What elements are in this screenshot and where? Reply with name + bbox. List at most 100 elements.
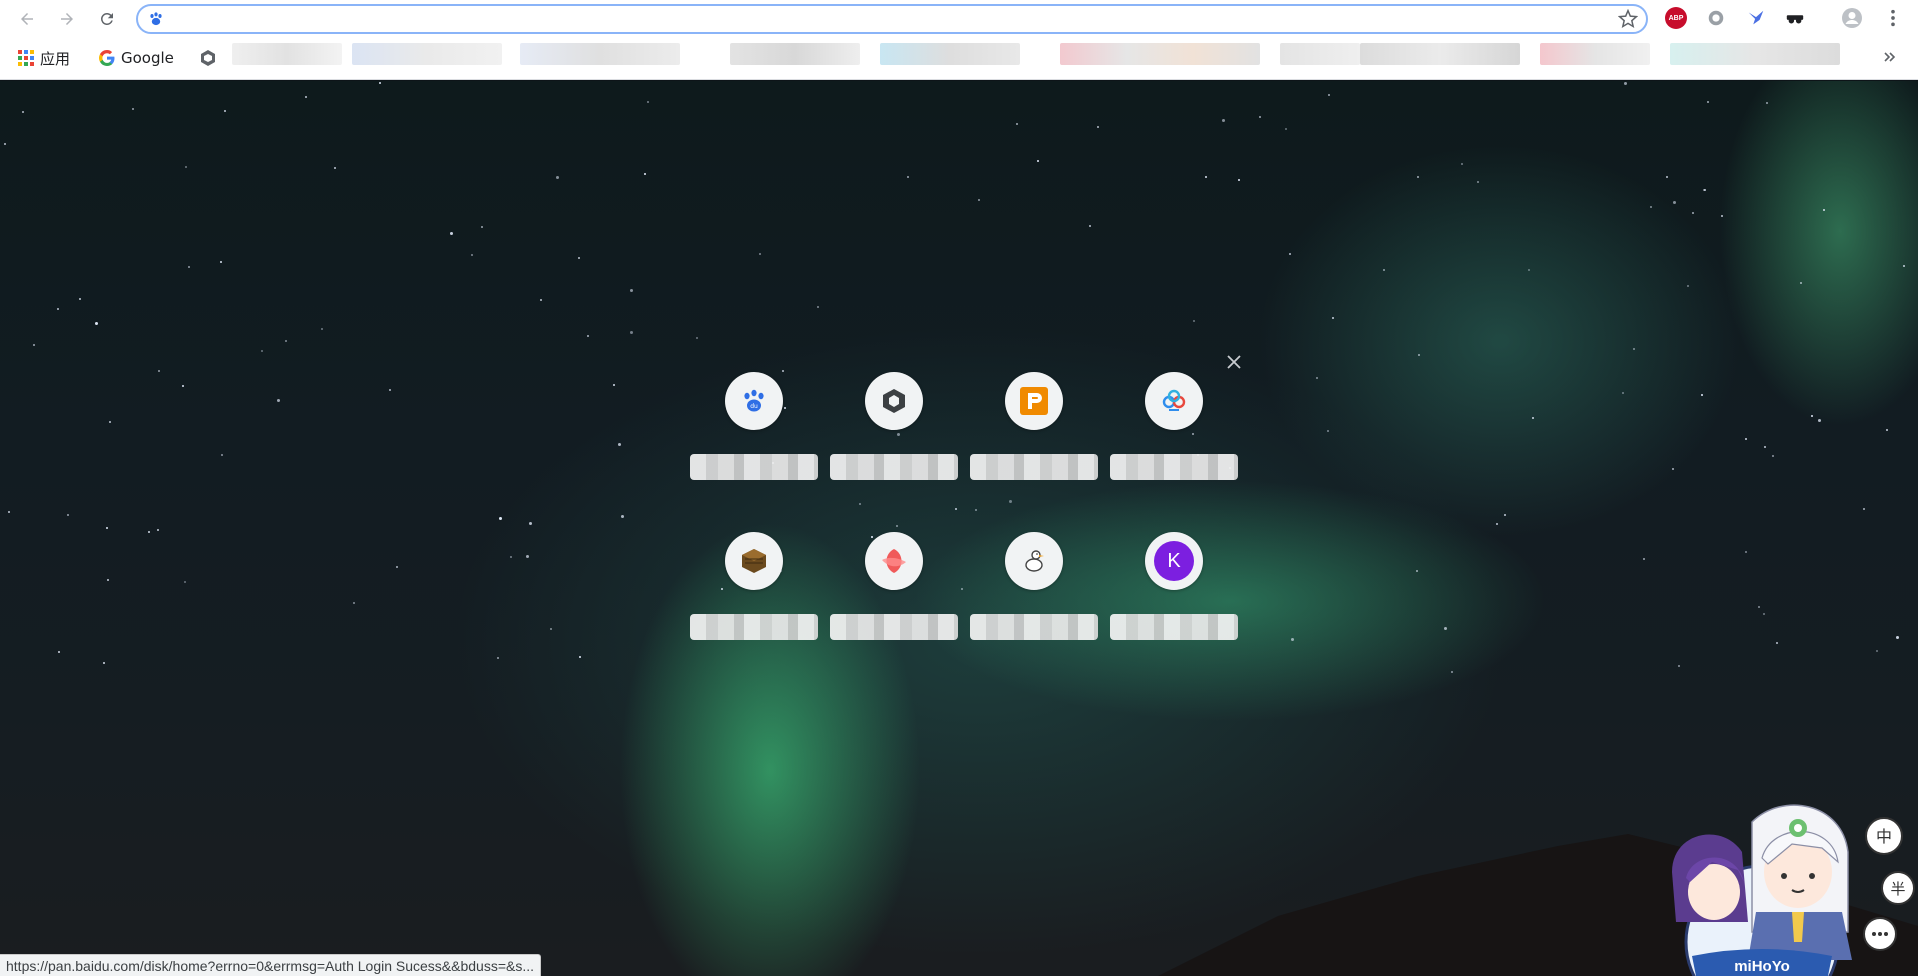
star-dot [285,340,287,342]
shortcut-icon-circle [1005,372,1063,430]
star-dot [471,254,473,256]
star-dot [4,143,6,145]
bookmark-google[interactable]: Google [99,47,174,69]
star-dot [1622,392,1624,394]
back-button[interactable] [14,6,40,32]
adblock-plus-icon[interactable]: ABP [1665,7,1687,29]
shortcut-icon-circle [865,532,923,590]
star-dot [621,515,624,518]
star-dot [618,443,621,446]
chat-bubble-icon[interactable]: 中 [1865,817,1903,855]
star-dot [1327,430,1329,432]
star-dot [1896,636,1899,639]
shortcut-title-blurred [830,454,958,480]
wooden-block-icon [742,549,766,573]
star-dot [103,662,105,664]
star-dot [396,566,398,568]
star-dot [157,529,159,531]
bookmark-blurred[interactable] [880,43,1020,65]
bookmark-blurred[interactable] [520,43,680,65]
google-g-icon [99,50,115,66]
star-dot [978,199,980,201]
star-dot [587,335,589,337]
bookmark-blurred[interactable] [1540,43,1650,65]
svg-text:du: du [750,403,758,410]
bookmark-blurred[interactable] [1060,43,1260,65]
close-icon[interactable] [1224,352,1244,372]
chat-bubble-icon[interactable] [1863,917,1897,951]
hexagon-cube-icon [201,50,215,66]
star-dot [526,555,529,558]
star-dot [220,261,222,263]
star-dot [1863,508,1865,510]
shortcut-icon-circle [725,532,783,590]
shortcut-title-blurred [690,454,818,480]
shortcut-tile[interactable] [1105,360,1245,500]
profile-avatar-icon[interactable] [1841,7,1863,29]
star-dot [540,299,542,301]
star-dot [33,344,35,346]
most-visited-tiles: du K [685,360,1241,660]
shortcut-tile[interactable]: K [1105,520,1245,660]
orange-p-icon [1020,387,1048,415]
shortcut-icon-circle: K [1145,532,1203,590]
bookmark-blurred[interactable] [1280,43,1360,65]
star-dot [1721,215,1723,217]
star-dot [277,399,280,402]
star-dot [630,289,633,292]
star-dot [510,556,512,558]
bird-extension-icon[interactable] [1745,7,1767,29]
bookmark-apps[interactable]: 应用 [18,47,70,69]
red-leaf-icon [882,549,906,573]
svg-text:miHoYo: miHoYo [1734,958,1790,975]
star-dot [497,657,499,659]
bookmark-star-icon[interactable] [1618,9,1638,29]
shortcut-tile[interactable]: du [685,360,825,500]
star-dot [579,656,581,658]
reload-button[interactable] [94,6,120,32]
shortcut-icon-circle: du [725,372,783,430]
menu-dots-icon[interactable] [1882,7,1904,29]
star-dot [1818,419,1821,422]
omnibox[interactable] [136,4,1648,34]
shortcut-tile[interactable] [825,360,965,500]
bookmarks-bar: 应用 Google [0,37,1918,80]
star-dot [67,514,69,516]
star-dot [1687,285,1689,287]
star-dot [1259,116,1261,118]
chat-bubble-icon[interactable]: 半 [1881,871,1915,905]
star-dot [1650,206,1652,208]
star-dot [1666,176,1668,178]
bookmark-blurred[interactable] [1360,43,1520,65]
bookmark-google-label: Google [121,49,174,67]
browser-toolbar: ABP [0,0,1918,37]
star-dot [22,111,24,113]
shortcut-tile[interactable] [965,360,1105,500]
forward-button[interactable] [54,6,80,32]
bookmark-blurred[interactable] [232,43,342,65]
shortcut-tile[interactable] [825,520,965,660]
star-dot [499,517,502,520]
star-dot [1800,282,1802,284]
shortcut-tile[interactable] [685,520,825,660]
star-dot [321,328,323,330]
omnibox-input[interactable] [172,9,1572,29]
bookmark-blurred[interactable] [1670,43,1840,65]
star-dot [1528,269,1530,271]
star-dot [109,421,111,423]
star-dot [1763,613,1765,615]
star-dot [334,167,336,169]
shortcut-tile[interactable] [965,520,1105,660]
star-dot [1776,642,1778,644]
mihoyo-mascot-widget[interactable]: 中 半 miHoYo [1652,792,1918,976]
bookmark-blurred[interactable] [352,43,502,65]
shortcut-title-blurred [1110,614,1238,640]
bookmark-blurred[interactable] [730,43,860,65]
bookmark-hexagon[interactable] [200,47,216,69]
shortcut-icon-circle [1145,372,1203,430]
arrow-right-icon [61,13,73,25]
incognito-extension-icon[interactable] [1784,7,1806,29]
ring-extension-icon[interactable] [1705,7,1727,29]
bookmarks-overflow-button[interactable] [1884,46,1896,68]
star-dot [1289,253,1291,255]
